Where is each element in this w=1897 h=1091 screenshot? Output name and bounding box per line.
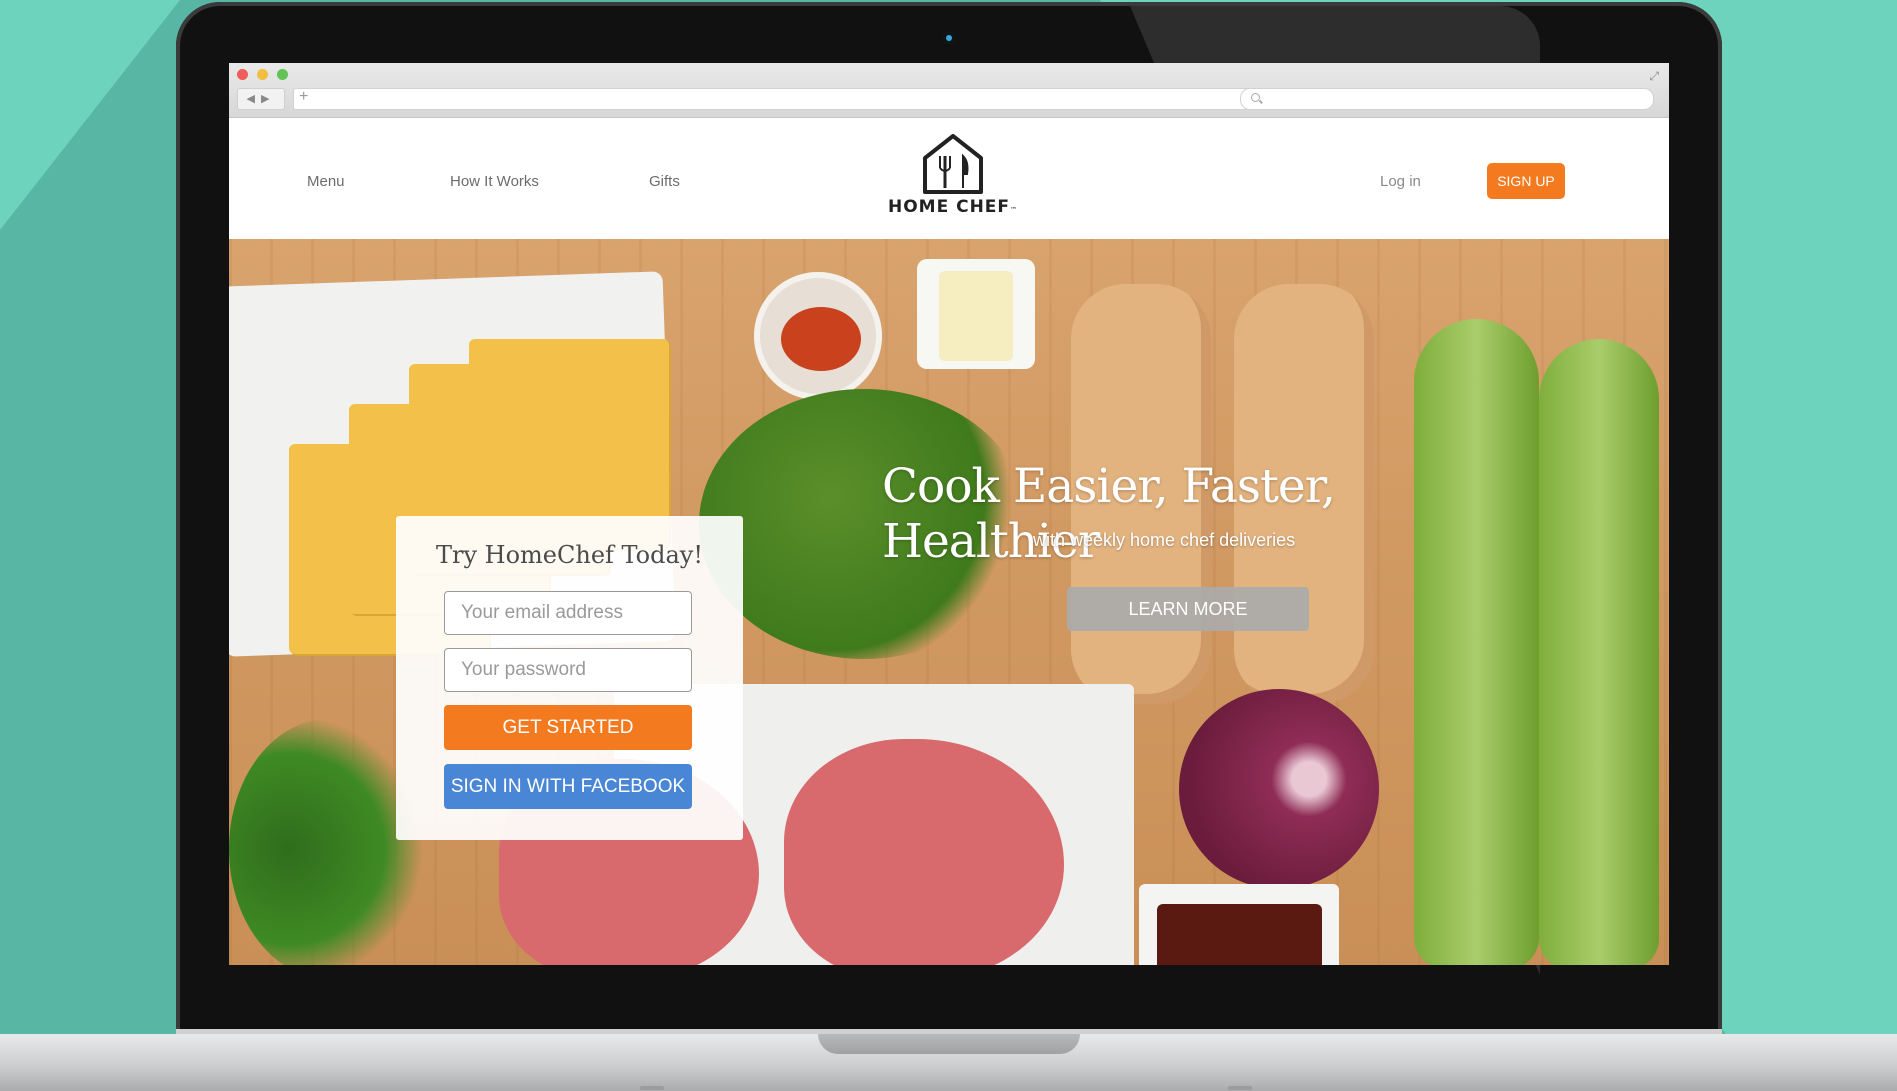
nav-menu[interactable]: Menu <box>307 173 345 190</box>
signup-card-title: Try HomeChef Today! <box>435 541 703 569</box>
get-started-button[interactable]: GET STARTED <box>444 705 692 750</box>
signup-card: Try HomeChef Today! GET STARTED SIGN IN … <box>396 516 743 840</box>
house-fork-knife-icon <box>923 134 983 194</box>
new-tab-icon[interactable]: + <box>299 88 308 106</box>
nav-how-it-works[interactable]: How It Works <box>450 173 539 190</box>
hero-subtitle: with weekly home chef deliveries <box>1033 530 1296 550</box>
webcam-lens <box>946 35 952 41</box>
laptop-lid-notch <box>818 1034 1080 1054</box>
close-window-icon[interactable] <box>237 69 248 80</box>
laptop-foot <box>1228 1086 1252 1090</box>
laptop-screen: ◀▶ + ⤢ Menu How It Works Gifts HOME CHEF… <box>229 63 1669 965</box>
bbq-sauce-image <box>1157 904 1322 965</box>
login-link[interactable]: Log in <box>1380 173 1421 190</box>
site-header: Menu How It Works Gifts HOME CHEF™ Log i… <box>229 118 1669 238</box>
browser-search-bar[interactable] <box>1240 88 1654 110</box>
hero-title: Cook Easier, Faster, Healthier <box>882 459 1336 569</box>
maximize-window-icon[interactable] <box>277 69 288 80</box>
signup-button[interactable]: SIGN UP <box>1487 163 1565 199</box>
learn-more-button[interactable]: LEARN MORE <box>1067 587 1309 631</box>
search-icon <box>1251 93 1260 102</box>
red-onion-image <box>1179 689 1379 889</box>
address-bar[interactable]: + <box>293 88 1253 110</box>
back-forward-buttons[interactable]: ◀▶ <box>237 88 285 110</box>
corn-image <box>1539 339 1659 965</box>
nav-gifts[interactable]: Gifts <box>649 173 680 190</box>
fullscreen-icon[interactable]: ⤢ <box>1649 69 1659 84</box>
password-field[interactable] <box>444 648 692 692</box>
logo-wordmark: HOME CHEF™ <box>887 197 1019 217</box>
laptop-foot <box>640 1086 664 1090</box>
minimize-window-icon[interactable] <box>257 69 268 80</box>
spice-image <box>781 307 861 371</box>
facebook-signin-button[interactable]: SIGN IN WITH FACEBOOK <box>444 764 692 809</box>
corn-image <box>1414 319 1539 965</box>
browser-chrome: ◀▶ + ⤢ <box>229 63 1669 118</box>
home-chef-logo[interactable]: HOME CHEF™ <box>883 134 1023 224</box>
email-field[interactable] <box>444 591 692 635</box>
hero-section: Cook Easier, Faster, Healthier with week… <box>229 239 1669 965</box>
butter-image <box>939 271 1013 361</box>
